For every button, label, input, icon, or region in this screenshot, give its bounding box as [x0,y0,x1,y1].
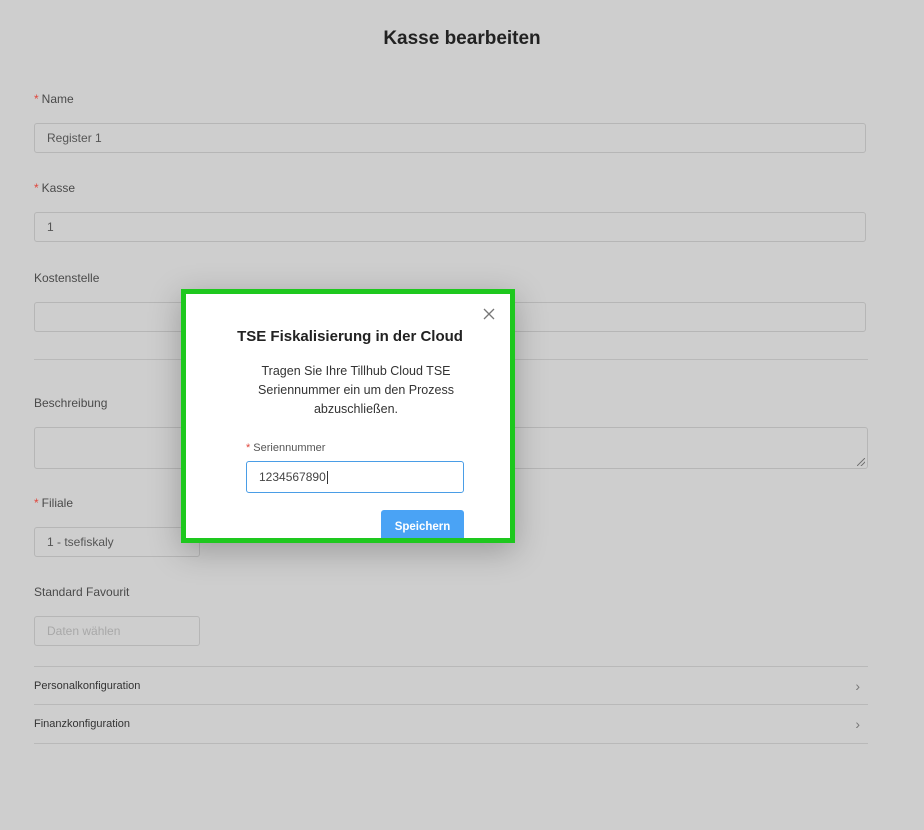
kasse-label-text: Kasse [41,181,76,195]
filiale-label: * Filiale [34,496,73,510]
section-finanzkonfiguration[interactable]: Finanzkonfiguration › [34,704,868,743]
required-marker: * [34,496,39,510]
filiale-label-text: Filiale [41,496,74,510]
chevron-right-icon: › [855,716,860,732]
required-marker: * [34,92,39,106]
serial-label: * Seriennummer [246,442,325,454]
text-caret [326,471,328,485]
kasse-input[interactable]: 1 [34,212,866,242]
kasse-label: * Kasse [34,181,75,195]
kostenstelle-label: Kostenstelle [34,271,100,285]
favourit-select[interactable]: Daten wählen [34,616,200,646]
divider [34,743,868,744]
beschreibung-label: Beschreibung [34,396,108,410]
page-title: Kasse bearbeiten [383,28,541,49]
modal-description: Tragen Sie Ihre Tillhub Cloud TSE Serien… [258,364,454,416]
tse-modal: TSE Fiskalisierung in der Cloud Tragen S… [190,294,510,538]
filiale-select[interactable]: 1 - tsefiskaly [34,527,200,557]
section-label: Personalkonfiguration [34,680,141,692]
serial-number-input[interactable]: 1234567890 [246,461,464,493]
resize-grip-icon[interactable] [857,458,865,466]
section-label: Finanzkonfiguration [34,718,131,730]
save-button[interactable]: Speichern [381,510,464,538]
name-label-text: Name [41,92,74,106]
serial-number-value: 1234567890 [259,470,326,484]
chevron-right-icon: › [855,678,860,694]
serial-label-text: Seriennummer [253,442,326,454]
modal-highlight: TSE Fiskalisierung in der Cloud Tragen S… [181,289,515,543]
favourit-label: Standard Favourit [34,585,130,599]
name-label: * Name [34,92,74,106]
required-marker: * [34,181,39,195]
section-personalkonfiguration[interactable]: Personalkonfiguration › [34,666,868,705]
modal-title: TSE Fiskalisierung in der Cloud [237,328,463,345]
required-marker: * [246,442,251,454]
name-input[interactable]: Register 1 [34,123,866,153]
close-icon[interactable] [482,307,496,321]
